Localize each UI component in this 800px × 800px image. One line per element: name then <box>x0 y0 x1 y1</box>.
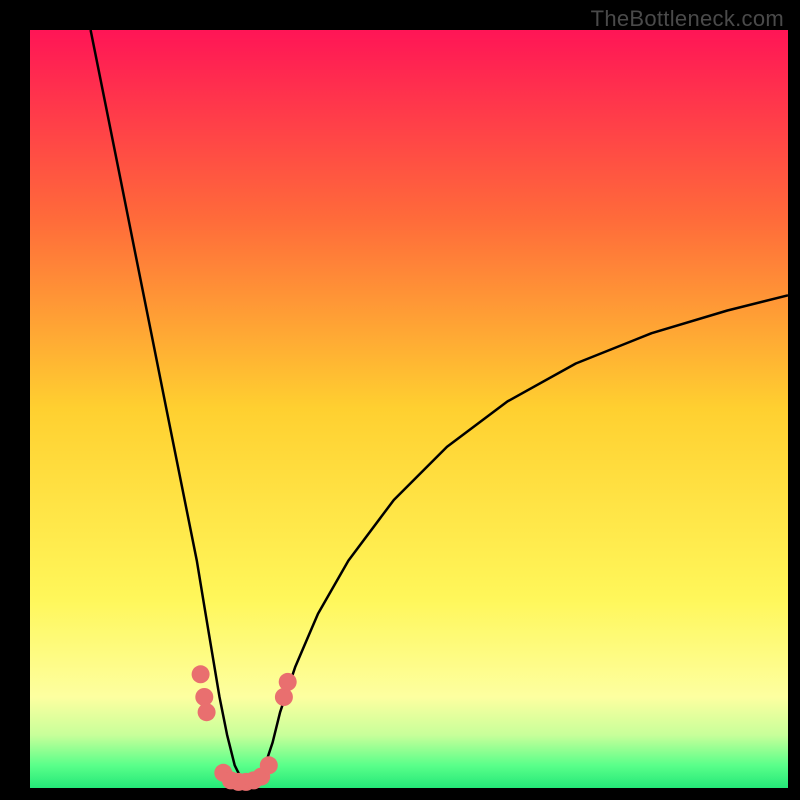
highlight-marker <box>260 756 278 774</box>
highlight-marker <box>192 665 210 683</box>
watermark-text: TheBottleneck.com <box>591 6 784 32</box>
chart-container: TheBottleneck.com <box>0 0 800 800</box>
bottleneck-chart <box>0 0 800 800</box>
plot-background <box>30 30 788 788</box>
highlight-marker <box>279 673 297 691</box>
highlight-marker <box>195 688 213 706</box>
highlight-marker <box>198 703 216 721</box>
highlight-marker <box>275 688 293 706</box>
